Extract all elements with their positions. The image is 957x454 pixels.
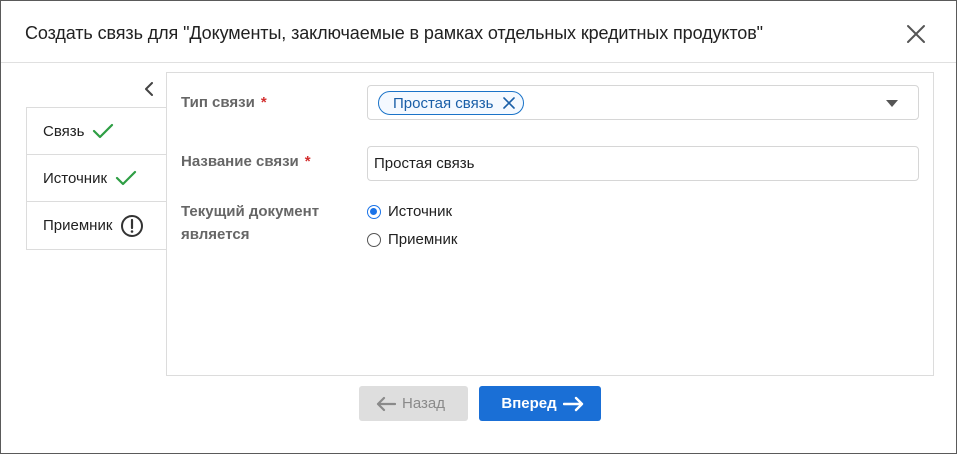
header-divider <box>1 62 956 63</box>
close-icon <box>503 97 516 109</box>
link-name-input[interactable] <box>367 146 919 181</box>
step-content-panel: Тип связи * Простая связь Название связи *… <box>166 72 934 376</box>
dialog-header: Создать связь для "Документы, заключаемы… <box>1 1 956 63</box>
selected-chip: Простая связь <box>378 91 525 115</box>
current-doc-label-line1: Текущий документ <box>181 203 320 220</box>
chip-remove-button[interactable] <box>503 97 516 109</box>
step-label: Приемник <box>43 217 113 234</box>
required-mark: * <box>304 153 311 170</box>
radio-button[interactable] <box>367 232 381 247</box>
current-doc-label: Текущий документ является <box>181 200 319 246</box>
step-receiver[interactable]: Приемник <box>27 202 167 249</box>
arrow-right-icon <box>562 396 583 411</box>
arrow-left-icon <box>376 396 396 411</box>
check-icon <box>115 170 137 186</box>
link-name-label: Название связи * <box>181 150 311 173</box>
radio-label: Источник <box>388 203 453 220</box>
step-label: Источник <box>43 169 108 187</box>
next-button-label: Вперед <box>501 395 557 412</box>
chip-label: Простая связь <box>393 94 494 112</box>
step-link[interactable]: Связь <box>27 108 167 155</box>
chevron-left-icon <box>145 82 153 96</box>
collapse-steps-button[interactable] <box>139 79 159 99</box>
dialog-title: Создать связь для "Документы, заключаемы… <box>25 23 763 43</box>
back-button[interactable]: Назад <box>359 386 468 421</box>
current-doc-label-line2: является <box>181 226 250 243</box>
radio-receiver[interactable]: Приемник <box>367 231 457 248</box>
radio-button-checked[interactable] <box>367 204 381 219</box>
link-type-label: Тип связи * <box>181 91 267 114</box>
close-icon <box>907 25 925 43</box>
caret-down-icon <box>886 100 898 107</box>
required-mark: * <box>260 94 267 111</box>
create-link-dialog: Создать связь для "Документы, заключаемы… <box>0 0 957 454</box>
link-type-select[interactable]: Простая связь <box>367 85 919 120</box>
steps-nav: Связь Источник Приемник <box>26 107 167 250</box>
close-button[interactable] <box>903 21 929 47</box>
link-type-label-text: Тип связи <box>181 94 255 111</box>
next-button[interactable]: Вперед <box>479 386 601 421</box>
step-label: Связь <box>43 122 85 140</box>
back-button-label: Назад <box>402 395 445 412</box>
step-source[interactable]: Источник <box>27 155 167 202</box>
radio-label: Приемник <box>388 231 458 248</box>
link-name-label-text: Название связи <box>181 153 299 170</box>
warning-circle-icon <box>121 214 144 237</box>
check-icon <box>93 123 114 139</box>
radio-source[interactable]: Источник <box>367 203 452 220</box>
